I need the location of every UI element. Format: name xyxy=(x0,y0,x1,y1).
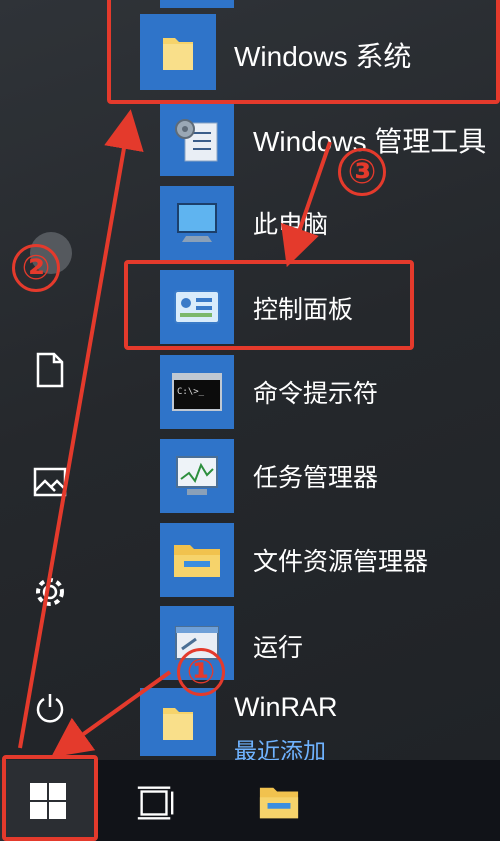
admin-tools-icon xyxy=(175,119,218,162)
control-panel-tile[interactable] xyxy=(160,270,234,344)
cmd-label[interactable]: 命令提示符 xyxy=(253,374,378,410)
partial-tile-top xyxy=(160,0,234,8)
run-tile[interactable] xyxy=(160,606,234,680)
folder-icon xyxy=(163,708,193,740)
winrar-tile[interactable] xyxy=(140,688,216,756)
document-icon[interactable] xyxy=(30,350,70,390)
admin-tools-tile[interactable] xyxy=(160,102,234,176)
windows-system-tile[interactable] xyxy=(140,14,216,90)
computer-icon xyxy=(177,203,217,242)
windows-system-label[interactable]: Windows 系统 xyxy=(234,35,411,75)
pictures-icon[interactable] xyxy=(30,462,70,502)
run-icon xyxy=(175,626,219,660)
task-manager-tile[interactable] xyxy=(160,439,234,513)
file-explorer-icon xyxy=(259,787,299,819)
file-explorer-tile[interactable] xyxy=(160,523,234,597)
file-explorer-icon xyxy=(174,545,220,577)
task-view-icon xyxy=(137,786,174,820)
this-pc-label[interactable]: 此电脑 xyxy=(253,205,328,241)
task-manager-label[interactable]: 任务管理器 xyxy=(253,458,378,494)
this-pc-tile[interactable] xyxy=(160,186,234,260)
start-button[interactable] xyxy=(0,760,96,841)
settings-gear-icon[interactable] xyxy=(30,572,70,612)
folder-icon xyxy=(163,38,193,70)
power-icon[interactable] xyxy=(30,688,70,728)
cmd-icon: C:\>_ xyxy=(172,373,222,411)
task-manager-icon xyxy=(176,456,218,495)
windows-start-icon xyxy=(30,782,66,819)
taskbar-file-explorer-button[interactable] xyxy=(258,782,300,824)
task-view-button[interactable] xyxy=(134,782,176,824)
admin-tools-label[interactable]: Windows 管理工具 xyxy=(253,120,486,160)
user-avatar[interactable] xyxy=(30,232,72,274)
cmd-tile[interactable]: C:\>_ xyxy=(160,355,234,429)
control-panel-icon xyxy=(174,290,220,324)
control-panel-label[interactable]: 控制面板 xyxy=(253,290,353,326)
file-explorer-label[interactable]: 文件资源管理器 xyxy=(253,542,428,578)
svg-text:C:\>_: C:\>_ xyxy=(177,387,205,397)
winrar-label[interactable]: WinRAR xyxy=(234,692,338,723)
run-label[interactable]: 运行 xyxy=(253,628,303,664)
start-left-rail xyxy=(0,0,100,760)
